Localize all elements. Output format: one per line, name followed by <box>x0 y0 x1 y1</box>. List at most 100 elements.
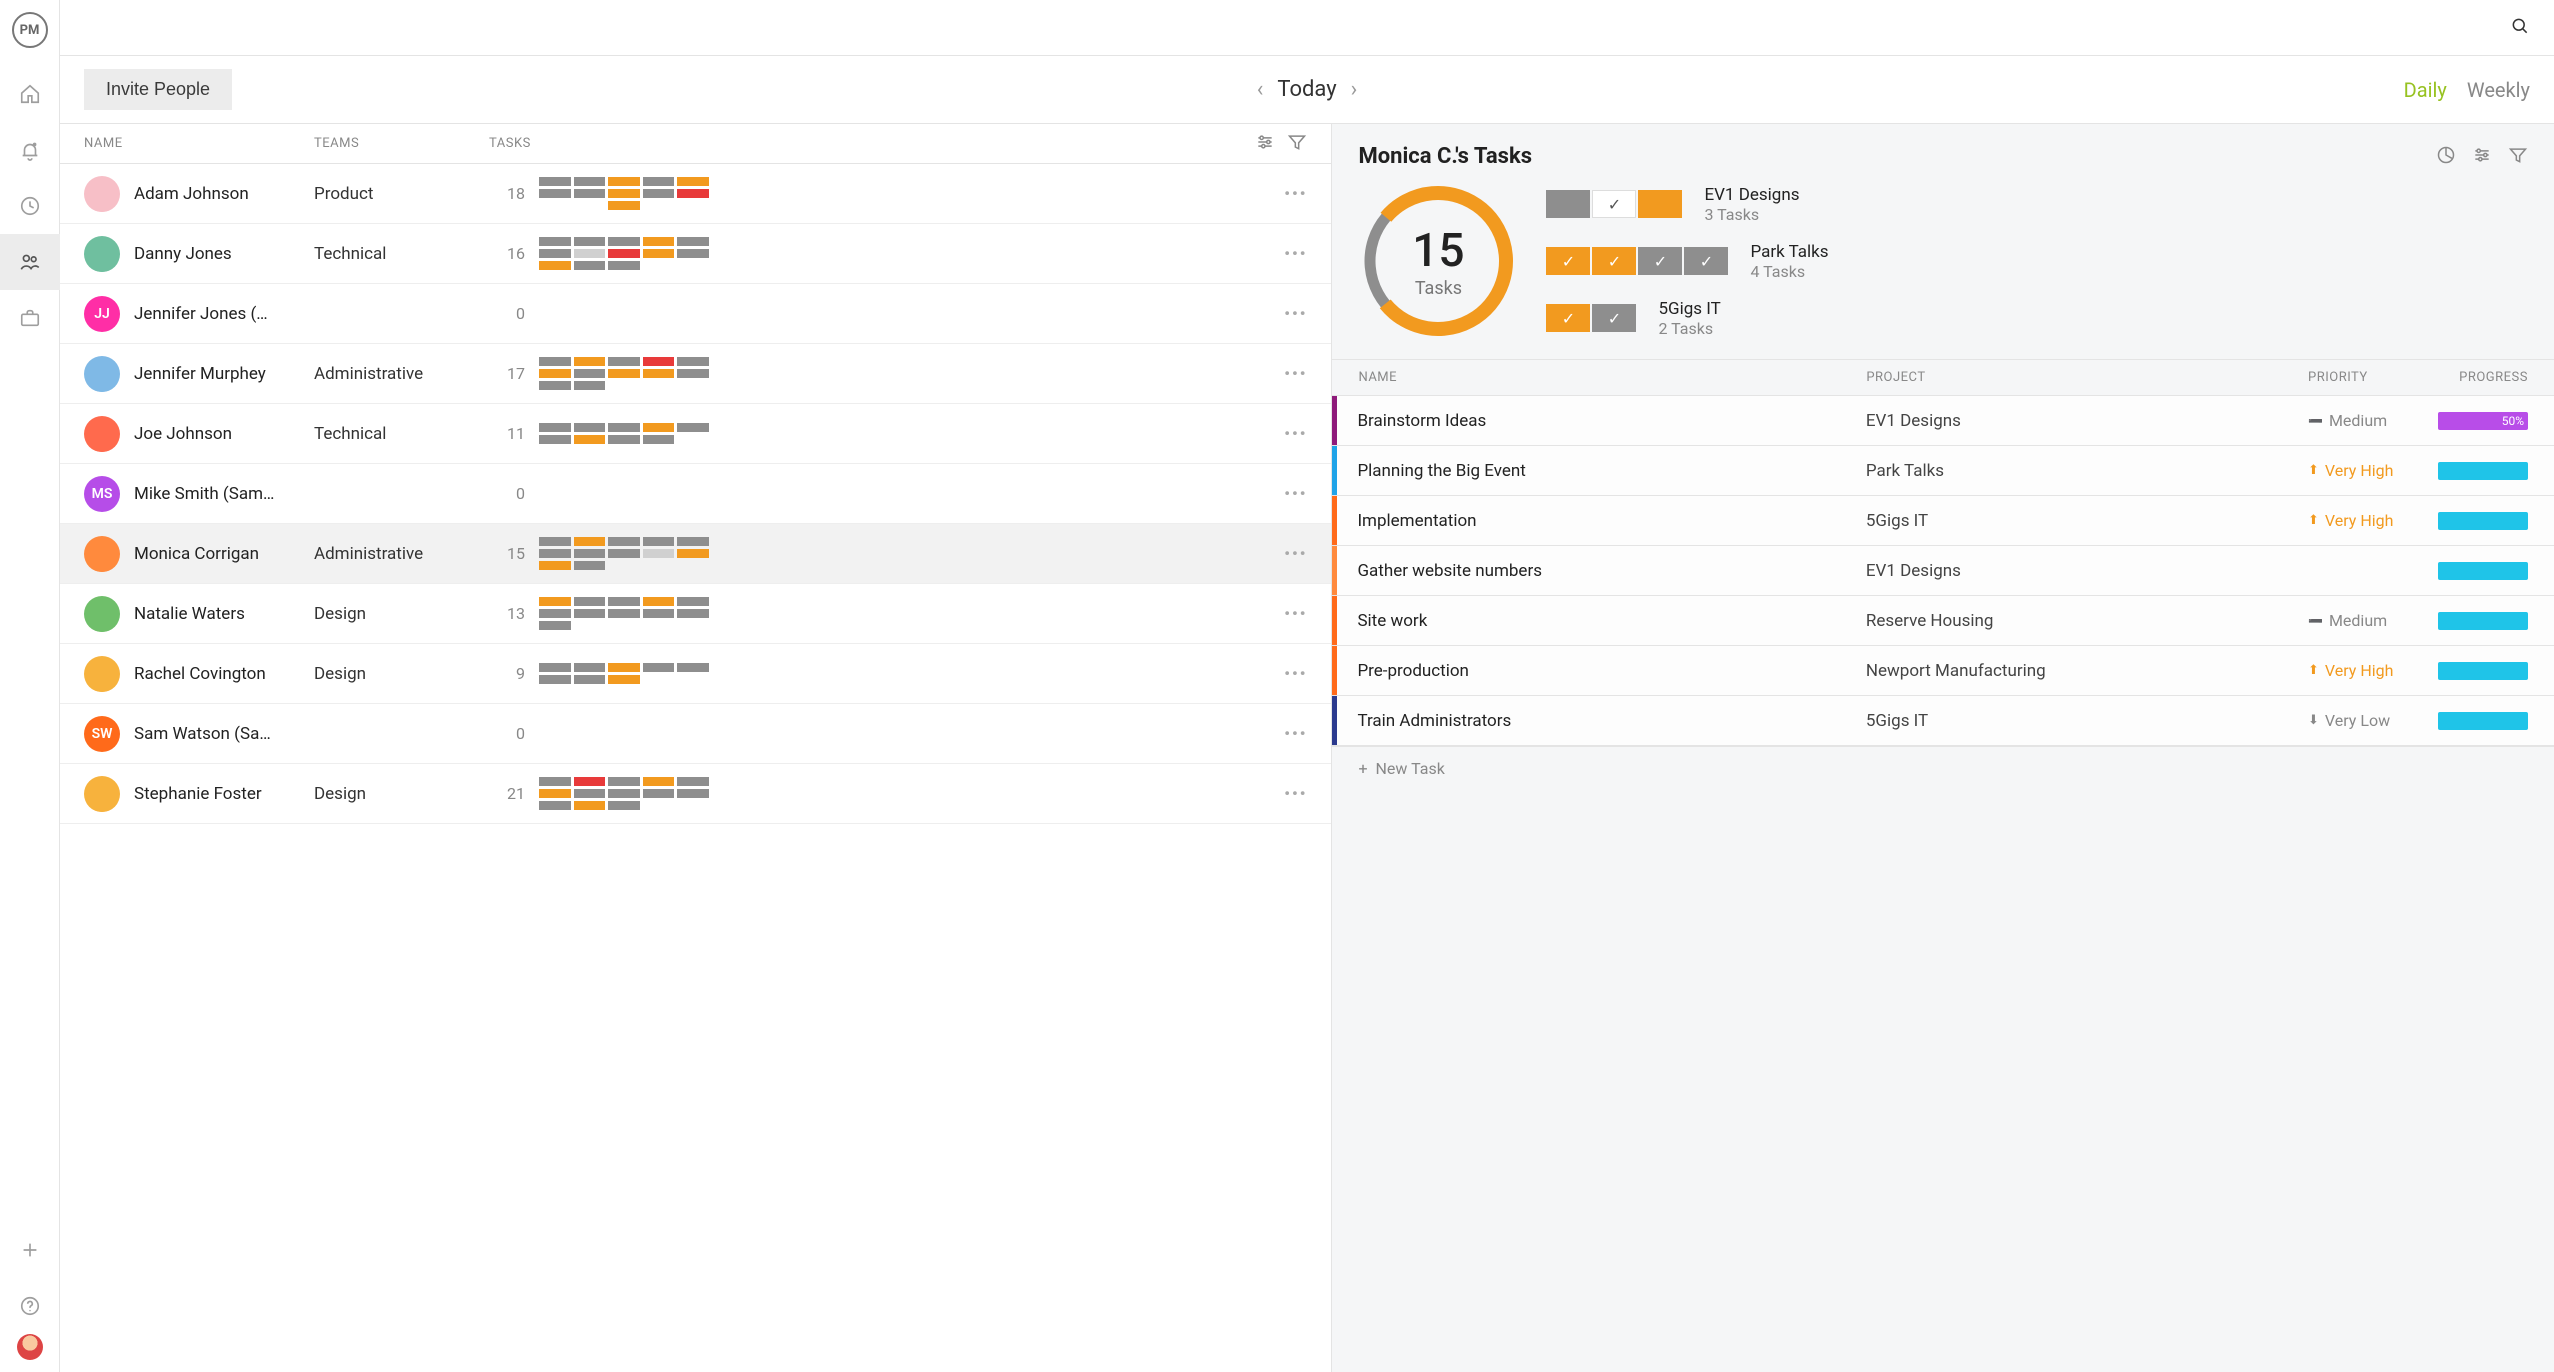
person-row[interactable]: Natalie WatersDesign13••• <box>60 584 1331 644</box>
th-project: PROJECT <box>1866 370 2308 385</box>
person-row[interactable]: Rachel CovingtonDesign9••• <box>60 644 1331 704</box>
person-team: Product <box>314 184 489 204</box>
avatar <box>84 176 120 212</box>
task-priority: Very High <box>2308 511 2438 530</box>
task-project: Reserve Housing <box>1866 611 2308 631</box>
person-task-count: 13 <box>489 604 525 623</box>
avatar: JJ <box>84 296 120 332</box>
subbar: Invite People ‹ Today › Daily Weekly <box>60 56 2554 124</box>
person-row[interactable]: Adam JohnsonProduct18••• <box>60 164 1331 224</box>
person-team: Design <box>314 784 489 804</box>
person-name: Joe Johnson <box>134 424 314 444</box>
person-row[interactable]: Stephanie FosterDesign21••• <box>60 764 1331 824</box>
task-row[interactable]: Implementation5Gigs ITVery High <box>1332 496 2554 546</box>
task-row[interactable]: Planning the Big EventPark TalksVery Hig… <box>1332 446 2554 496</box>
avatar <box>84 536 120 572</box>
person-name: Mike Smith (Sam… <box>134 484 314 504</box>
person-row[interactable]: SWSam Watson (Sa…0••• <box>60 704 1331 764</box>
row-more-icon[interactable]: ••• <box>1284 544 1307 563</box>
sidebar-user-avatar[interactable] <box>17 1334 43 1360</box>
avatar <box>84 596 120 632</box>
chart-icon[interactable] <box>2436 145 2456 169</box>
row-more-icon[interactable]: ••• <box>1284 424 1307 443</box>
avatar <box>84 356 120 392</box>
task-row[interactable]: Pre-productionNewport ManufacturingVery … <box>1332 646 2554 696</box>
row-more-icon[interactable]: ••• <box>1284 484 1307 503</box>
task-progress <box>2438 562 2528 580</box>
task-row[interactable]: Brainstorm IdeasEV1 DesignsMedium50% <box>1332 396 2554 446</box>
project-status-boxes: ✓✓✓✓ <box>1546 247 1728 275</box>
person-name: Jennifer Murphey <box>134 364 314 384</box>
row-more-icon[interactable]: ••• <box>1284 724 1307 743</box>
person-row[interactable]: MSMike Smith (Sam…0••• <box>60 464 1331 524</box>
th-name: NAME <box>1358 370 1866 385</box>
view-daily[interactable]: Daily <box>2404 78 2447 102</box>
task-row[interactable]: Site workReserve HousingMedium <box>1332 596 2554 646</box>
row-more-icon[interactable]: ••• <box>1284 244 1307 263</box>
new-task-button[interactable]: + New Task <box>1332 746 2554 790</box>
avatar: MS <box>84 476 120 512</box>
task-progress <box>2438 612 2528 630</box>
view-weekly[interactable]: Weekly <box>2467 78 2530 102</box>
person-row[interactable]: Danny JonesTechnical16••• <box>60 224 1331 284</box>
task-headers: NAME PROJECT PRIORITY PROGRESS <box>1332 359 2554 395</box>
filter-icon[interactable] <box>1287 132 1307 156</box>
date-next-icon[interactable]: › <box>1351 77 1358 102</box>
task-progress <box>2438 512 2528 530</box>
sidebar-add-icon[interactable] <box>0 1222 60 1278</box>
row-more-icon[interactable]: ••• <box>1284 304 1307 323</box>
project-task-count: 2 Tasks <box>1658 319 1720 338</box>
row-more-icon[interactable]: ••• <box>1284 664 1307 683</box>
person-team: Administrative <box>314 364 489 384</box>
task-bars <box>539 237 709 270</box>
sidebar-bell-icon[interactable] <box>0 122 60 178</box>
task-bars <box>539 537 709 570</box>
project-summary-list: ✓EV1 Designs3 Tasks✓✓✓✓Park Talks4 Tasks… <box>1546 185 2528 338</box>
sidebar-help-icon[interactable] <box>0 1278 60 1334</box>
sidebar-home-icon[interactable] <box>0 66 60 122</box>
row-more-icon[interactable]: ••• <box>1284 784 1307 803</box>
detail-settings-icon[interactable] <box>2472 145 2492 169</box>
project-name: Park Talks <box>1750 242 1828 262</box>
task-bars <box>539 357 709 390</box>
project-name: 5Gigs IT <box>1658 299 1720 319</box>
avatar <box>84 236 120 272</box>
task-project: EV1 Designs <box>1866 561 2308 581</box>
task-progress: 50% <box>2438 412 2528 430</box>
sidebar-clock-icon[interactable] <box>0 178 60 234</box>
sidebar-people-icon[interactable] <box>0 234 60 290</box>
project-status-boxes: ✓✓ <box>1546 304 1636 332</box>
invite-people-button[interactable]: Invite People <box>84 69 232 110</box>
task-progress <box>2438 662 2528 680</box>
task-bars <box>539 177 709 210</box>
row-more-icon[interactable]: ••• <box>1284 184 1307 203</box>
person-task-count: 0 <box>489 724 525 743</box>
task-priority: Medium <box>2308 611 2438 630</box>
task-row[interactable]: Gather website numbersEV1 Designs <box>1332 546 2554 596</box>
col-teams: TEAMS <box>314 136 489 151</box>
col-name: NAME <box>84 136 314 151</box>
row-more-icon[interactable]: ••• <box>1284 364 1307 383</box>
person-task-count: 21 <box>489 784 525 803</box>
project-status-boxes: ✓ <box>1546 190 1682 218</box>
task-priority: Very High <box>2308 661 2438 680</box>
project-task-count: 3 Tasks <box>1704 205 1799 224</box>
row-more-icon[interactable]: ••• <box>1284 604 1307 623</box>
person-row[interactable]: Joe JohnsonTechnical11••• <box>60 404 1331 464</box>
detail-filter-icon[interactable] <box>2508 145 2528 169</box>
task-progress <box>2438 712 2528 730</box>
person-task-count: 15 <box>489 544 525 563</box>
date-nav: ‹ Today › <box>1257 77 1357 102</box>
donut-value: 15 <box>1412 224 1464 278</box>
settings-icon[interactable] <box>1255 132 1275 156</box>
sidebar-briefcase-icon[interactable] <box>0 290 60 346</box>
person-row[interactable]: JJJennifer Jones (…0••• <box>60 284 1331 344</box>
task-name: Gather website numbers <box>1357 561 1865 581</box>
person-row[interactable]: Monica CorriganAdministrative15••• <box>60 524 1331 584</box>
date-prev-icon[interactable]: ‹ <box>1257 77 1264 102</box>
task-row[interactable]: Train Administrators5Gigs ITVery Low <box>1332 696 2554 746</box>
person-row[interactable]: Jennifer MurpheyAdministrative17••• <box>60 344 1331 404</box>
person-name: Adam Johnson <box>134 184 314 204</box>
donut-label: Tasks <box>1415 278 1462 299</box>
search-icon[interactable] <box>2510 16 2530 40</box>
